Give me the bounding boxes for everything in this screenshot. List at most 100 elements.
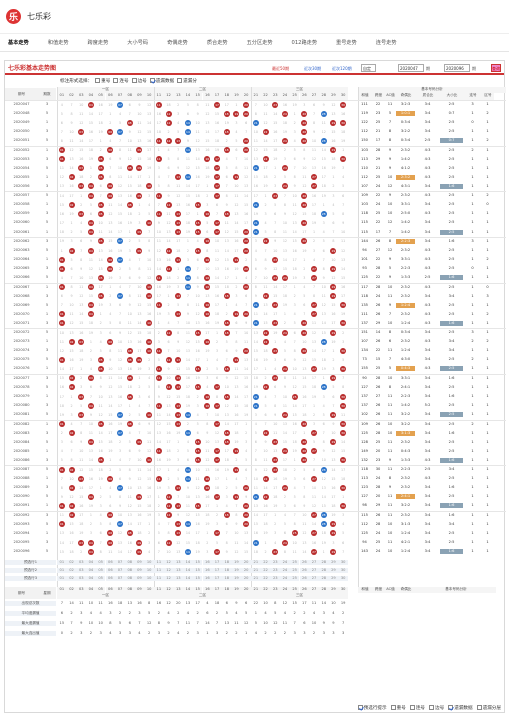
- issue-header[interactable]: 期号: [5, 88, 38, 100]
- predict-ball-2[interactable]: 02: [66, 575, 77, 581]
- predict-ball-27[interactable]: 27: [309, 575, 319, 581]
- predict-ball-5[interactable]: 05: [95, 559, 106, 565]
- predict-ball-9[interactable]: 09: [134, 559, 145, 565]
- predict-ball-21[interactable]: 21: [251, 575, 261, 581]
- link-recent-120[interactable]: 近次120期: [332, 66, 352, 72]
- nav-tab-0[interactable]: 基本走势: [8, 39, 29, 46]
- predict-ball-26[interactable]: 26: [299, 567, 310, 573]
- predict-ball-8[interactable]: 08: [124, 567, 135, 573]
- predict-ball-28[interactable]: 28: [318, 567, 329, 573]
- predict-ball-19[interactable]: 19: [231, 559, 242, 565]
- predict-ball-14[interactable]: 14: [183, 575, 193, 581]
- predict-ball-1[interactable]: 01: [57, 567, 67, 573]
- checkbox-icon[interactable]: [113, 78, 119, 83]
- predict-ball-18[interactable]: 18: [221, 567, 232, 573]
- predict-row-label[interactable]: 预选行2: [5, 567, 56, 573]
- predict-ball-22[interactable]: 22: [260, 575, 271, 581]
- mark-option-2[interactable]: 边号: [131, 78, 147, 84]
- predict-ball-16[interactable]: 16: [202, 559, 213, 565]
- predict-ball-29[interactable]: 29: [328, 567, 339, 573]
- predict-ball-5[interactable]: 05: [95, 575, 106, 581]
- predict-ball-17[interactable]: 17: [212, 559, 222, 565]
- predict-ball-13[interactable]: 13: [173, 559, 184, 565]
- predict-ball-3[interactable]: 03: [76, 559, 87, 565]
- predict-ball-24[interactable]: 24: [280, 559, 290, 565]
- nav-tab-4[interactable]: 奇偶走势: [167, 39, 188, 46]
- predict-ball-12[interactable]: 12: [163, 575, 174, 581]
- mark-option-3[interactable]: 遗漏数据: [149, 78, 174, 84]
- predict-ball-8[interactable]: 08: [124, 559, 135, 565]
- predict-ball-12[interactable]: 12: [163, 567, 174, 573]
- footer-option-5[interactable]: 遗漏分层: [476, 705, 501, 711]
- predict-ball-9[interactable]: 09: [134, 567, 145, 573]
- predict-ball-15[interactable]: 15: [192, 559, 203, 565]
- predict-ball-2[interactable]: 02: [66, 567, 77, 573]
- predict-ball-9[interactable]: 09: [134, 575, 145, 581]
- predict-ball-3[interactable]: 03: [76, 567, 87, 573]
- predict-ball-17[interactable]: 17: [212, 575, 222, 581]
- predict-ball-23[interactable]: 23: [270, 575, 281, 581]
- nav-tab-8[interactable]: 重号走势: [336, 39, 357, 46]
- checkbox-icon[interactable]: [429, 705, 435, 710]
- period-select[interactable]: 自定: [361, 64, 376, 72]
- predict-ball-1[interactable]: 01: [57, 559, 67, 565]
- predict-ball-10[interactable]: 10: [144, 567, 154, 573]
- predict-ball-27[interactable]: 27: [309, 559, 319, 565]
- mark-option-1[interactable]: 连号: [113, 78, 129, 84]
- predict-ball-15[interactable]: 15: [192, 567, 203, 573]
- predict-ball-28[interactable]: 28: [318, 559, 329, 565]
- predict-ball-6[interactable]: 06: [105, 575, 116, 581]
- predict-ball-12[interactable]: 12: [163, 559, 174, 565]
- predict-ball-13[interactable]: 13: [173, 575, 184, 581]
- predict-ball-26[interactable]: 26: [299, 575, 310, 581]
- checkbox-icon[interactable]: [131, 78, 137, 83]
- link-recent-50[interactable]: 最近50期: [272, 66, 289, 72]
- predict-ball-30[interactable]: 30: [338, 575, 348, 581]
- predict-ball-6[interactable]: 06: [105, 559, 116, 565]
- predict-ball-6[interactable]: 06: [105, 567, 116, 573]
- predict-ball-24[interactable]: 24: [280, 567, 290, 573]
- predict-ball-17[interactable]: 17: [212, 567, 222, 573]
- checkbox-icon[interactable]: [95, 78, 101, 83]
- predict-ball-16[interactable]: 16: [202, 575, 213, 581]
- predict-ball-11[interactable]: 11: [154, 575, 164, 581]
- nav-tab-7[interactable]: 012路走势: [292, 39, 317, 46]
- predict-ball-21[interactable]: 21: [251, 559, 261, 565]
- nav-tab-3[interactable]: 大小号码: [127, 39, 148, 46]
- predict-ball-4[interactable]: 04: [86, 567, 96, 573]
- predict-ball-3[interactable]: 03: [76, 575, 87, 581]
- predict-ball-19[interactable]: 19: [231, 575, 242, 581]
- predict-ball-20[interactable]: 20: [241, 575, 251, 581]
- footer-option-4[interactable]: 遗漏数据: [448, 705, 473, 711]
- footer-option-2[interactable]: 连号: [409, 705, 425, 711]
- predict-ball-29[interactable]: 29: [328, 559, 339, 565]
- predict-row-label[interactable]: 预选行1: [5, 559, 56, 565]
- predict-ball-4[interactable]: 04: [86, 575, 96, 581]
- from-issue-input[interactable]: 2020047: [398, 64, 424, 72]
- predict-ball-14[interactable]: 14: [183, 559, 193, 565]
- summary-week-header[interactable]: 星期: [38, 586, 56, 599]
- to-issue-input[interactable]: 2020096: [444, 64, 470, 72]
- mark-option-4[interactable]: 遗漏分: [177, 78, 197, 84]
- predict-ball-28[interactable]: 28: [318, 575, 329, 581]
- predict-ball-7[interactable]: 07: [115, 567, 125, 573]
- summary-issue-header[interactable]: 期号: [5, 586, 38, 599]
- nav-tab-6[interactable]: 五分区走势: [247, 39, 273, 46]
- predict-ball-10[interactable]: 10: [144, 575, 154, 581]
- predict-ball-30[interactable]: 30: [338, 559, 348, 565]
- checkbox-icon[interactable]: [357, 705, 363, 710]
- predict-ball-25[interactable]: 25: [289, 567, 300, 573]
- predict-ball-1[interactable]: 01: [57, 575, 67, 581]
- checkbox-icon[interactable]: [476, 705, 482, 710]
- predict-ball-29[interactable]: 29: [328, 575, 339, 581]
- predict-ball-5[interactable]: 05: [95, 567, 106, 573]
- predict-ball-11[interactable]: 11: [154, 567, 164, 573]
- checkbox-icon[interactable]: [390, 705, 396, 710]
- predict-ball-16[interactable]: 16: [202, 567, 213, 573]
- footer-option-3[interactable]: 边号: [429, 705, 444, 711]
- checkbox-icon[interactable]: [448, 705, 454, 710]
- predict-ball-24[interactable]: 24: [280, 575, 290, 581]
- link-recent-30[interactable]: 近次30期: [304, 66, 321, 72]
- predict-ball-2[interactable]: 02: [66, 559, 77, 565]
- predict-ball-10[interactable]: 10: [144, 559, 154, 565]
